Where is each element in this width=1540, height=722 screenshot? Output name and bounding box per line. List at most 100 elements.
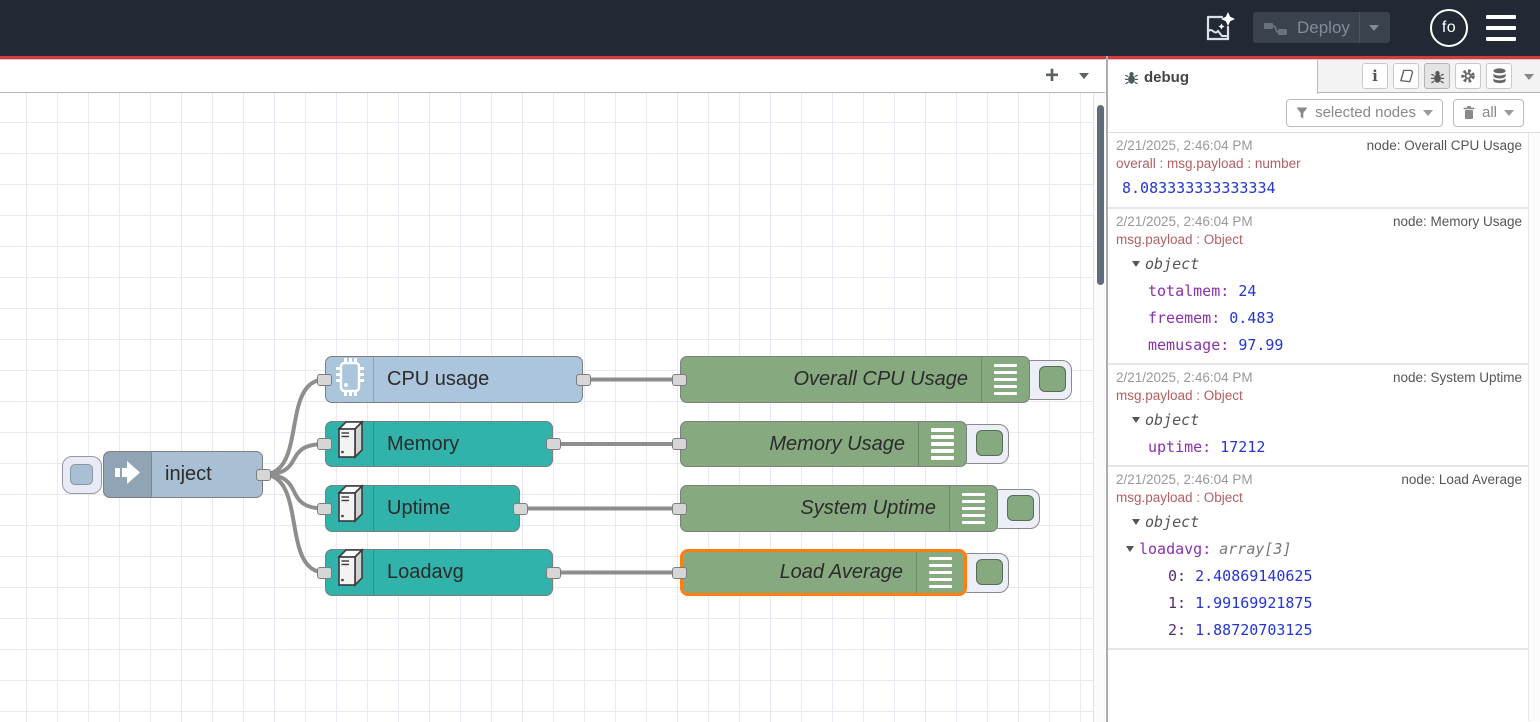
config-nodes-button[interactable] bbox=[1455, 63, 1481, 89]
add-flow-button[interactable]: + bbox=[1045, 66, 1059, 86]
bug-icon bbox=[1124, 70, 1139, 85]
book-icon bbox=[1399, 69, 1414, 83]
canvas-scrollbar-thumb[interactable] bbox=[1097, 105, 1104, 285]
ai-flow-icon bbox=[1200, 10, 1236, 46]
debug-toggle-indicator bbox=[1007, 495, 1034, 521]
debug-key: memusage: bbox=[1148, 336, 1229, 354]
node-red-editor: Deploy fo + inject CPU usage bbox=[0, 0, 1540, 722]
deploy-caret-icon[interactable] bbox=[1369, 25, 1379, 31]
debug-timestamp: 2/21/2025, 2:46:04 PM bbox=[1116, 472, 1253, 487]
clear-all-button[interactable]: all bbox=[1453, 99, 1524, 127]
debug-value: 8.083333333333334 bbox=[1122, 179, 1522, 197]
input-port[interactable] bbox=[317, 438, 332, 450]
debug-index: 0: bbox=[1168, 567, 1186, 585]
server-icon bbox=[332, 548, 368, 597]
output-port[interactable] bbox=[546, 567, 561, 579]
debug-timestamp: 2/21/2025, 2:46:04 PM bbox=[1116, 370, 1253, 385]
debug-source-node-link[interactable]: node: Overall CPU Usage bbox=[1367, 138, 1522, 153]
input-port[interactable] bbox=[672, 438, 687, 450]
sidebar-options-caret-icon[interactable] bbox=[1524, 74, 1534, 80]
tab-debug[interactable]: debug bbox=[1108, 60, 1318, 94]
debug-key: uptime: bbox=[1148, 438, 1211, 456]
node-inject: inject bbox=[103, 451, 263, 498]
collapse-caret-icon[interactable] bbox=[1126, 546, 1134, 552]
app-header: Deploy fo bbox=[0, 0, 1540, 56]
input-port[interactable] bbox=[317, 567, 332, 579]
menu-icon[interactable] bbox=[1486, 15, 1516, 41]
node-body-d2[interactable]: Memory Usage bbox=[680, 421, 967, 467]
input-port[interactable] bbox=[317, 374, 332, 386]
database-icon bbox=[1492, 68, 1507, 84]
debug-message: 2/21/2025, 2:46:04 PM node: Overall CPU U… bbox=[1108, 133, 1540, 209]
debug-source-node-link[interactable]: node: System Uptime bbox=[1393, 370, 1522, 385]
node-icon-area bbox=[326, 486, 374, 531]
debug-property: msg.payload : Object bbox=[1116, 232, 1522, 247]
debug-index: 2: bbox=[1168, 621, 1186, 639]
inject-arrow-icon bbox=[114, 457, 142, 492]
debug-button[interactable] bbox=[1424, 63, 1450, 89]
debug-object-row[interactable]: object bbox=[1116, 513, 1522, 532]
collapse-caret-icon[interactable] bbox=[1132, 261, 1140, 267]
output-port[interactable] bbox=[546, 438, 561, 450]
help-button[interactable] bbox=[1393, 63, 1419, 89]
flow-wires bbox=[0, 93, 1093, 722]
node-body-upt[interactable]: Uptime bbox=[325, 485, 520, 532]
debug-kv-row: freemem: 0.483 bbox=[1116, 309, 1522, 328]
flow-list-caret-icon[interactable] bbox=[1079, 73, 1089, 79]
debug-filter-row: selected nodes all bbox=[1108, 93, 1540, 133]
debug-value: 0.483 bbox=[1229, 309, 1274, 327]
clear-all-label: all bbox=[1482, 104, 1497, 121]
gear-icon bbox=[1460, 68, 1476, 84]
collapse-caret-icon[interactable] bbox=[1132, 417, 1140, 423]
output-port[interactable] bbox=[576, 374, 591, 386]
inject-trigger-button[interactable] bbox=[62, 456, 102, 494]
wire[interactable] bbox=[263, 444, 325, 475]
debug-value: 17212 bbox=[1220, 438, 1265, 456]
collapse-caret-icon[interactable] bbox=[1132, 519, 1140, 525]
output-port[interactable] bbox=[256, 469, 271, 481]
server-icon bbox=[332, 484, 368, 533]
debug-array-row[interactable]: loadavg:array[3] bbox=[1116, 540, 1522, 559]
debug-message-header: 2/21/2025, 2:46:04 PM node: Load Average bbox=[1116, 472, 1522, 487]
debug-array-item-row: 0: 2.40869140625 bbox=[1116, 567, 1522, 586]
object-label: object bbox=[1145, 411, 1199, 429]
input-port[interactable] bbox=[317, 503, 332, 515]
deploy-button[interactable]: Deploy bbox=[1253, 12, 1390, 43]
node-body-d3[interactable]: System Uptime bbox=[680, 485, 998, 532]
debug-source-node-link[interactable]: node: Load Average bbox=[1401, 472, 1522, 487]
output-port[interactable] bbox=[513, 503, 528, 515]
sidebar-scrollbar[interactable] bbox=[1528, 133, 1540, 721]
flow-assistant-button[interactable] bbox=[1198, 8, 1238, 48]
node-d1: Overall CPU Usage bbox=[680, 356, 1030, 403]
node-label: System Uptime bbox=[681, 486, 949, 531]
node-body-d4[interactable]: Load Average bbox=[680, 549, 967, 596]
input-port[interactable] bbox=[672, 567, 687, 579]
user-avatar[interactable]: fo bbox=[1430, 9, 1468, 47]
node-body-cpu[interactable]: CPU usage bbox=[325, 356, 583, 403]
debug-timestamp: 2/21/2025, 2:46:04 PM bbox=[1116, 138, 1253, 153]
node-d3: System Uptime bbox=[680, 485, 998, 532]
node-label: Memory bbox=[374, 422, 552, 466]
flow-canvas[interactable]: inject CPU usage Memory Uptime bbox=[0, 93, 1093, 722]
info-button[interactable]: i bbox=[1362, 63, 1388, 89]
node-body-load[interactable]: Loadavg bbox=[325, 549, 553, 596]
debug-object-row[interactable]: object bbox=[1116, 411, 1522, 430]
debug-value: 97.99 bbox=[1238, 336, 1283, 354]
node-body-d1[interactable]: Overall CPU Usage bbox=[680, 356, 1030, 403]
node-body-inject[interactable]: inject bbox=[103, 451, 263, 498]
debug-object-row[interactable]: object bbox=[1116, 255, 1522, 274]
debug-timestamp: 2/21/2025, 2:46:04 PM bbox=[1116, 214, 1253, 229]
debug-output-icon bbox=[962, 493, 985, 525]
debug-message-list: 2/21/2025, 2:46:04 PM node: Overall CPU U… bbox=[1108, 133, 1540, 721]
debug-kv-row: uptime: 17212 bbox=[1116, 438, 1522, 457]
filter-selected-nodes-button[interactable]: selected nodes bbox=[1286, 99, 1443, 127]
node-icon-area bbox=[981, 357, 1029, 402]
debug-source-node-link[interactable]: node: Memory Usage bbox=[1393, 214, 1522, 229]
wire[interactable] bbox=[263, 475, 325, 509]
canvas-vertical-scrollbar[interactable] bbox=[1093, 93, 1106, 722]
input-port[interactable] bbox=[672, 503, 687, 515]
node-label: Load Average bbox=[683, 552, 916, 593]
input-port[interactable] bbox=[672, 374, 687, 386]
node-body-mem[interactable]: Memory bbox=[325, 421, 553, 467]
context-data-button[interactable] bbox=[1486, 63, 1512, 89]
